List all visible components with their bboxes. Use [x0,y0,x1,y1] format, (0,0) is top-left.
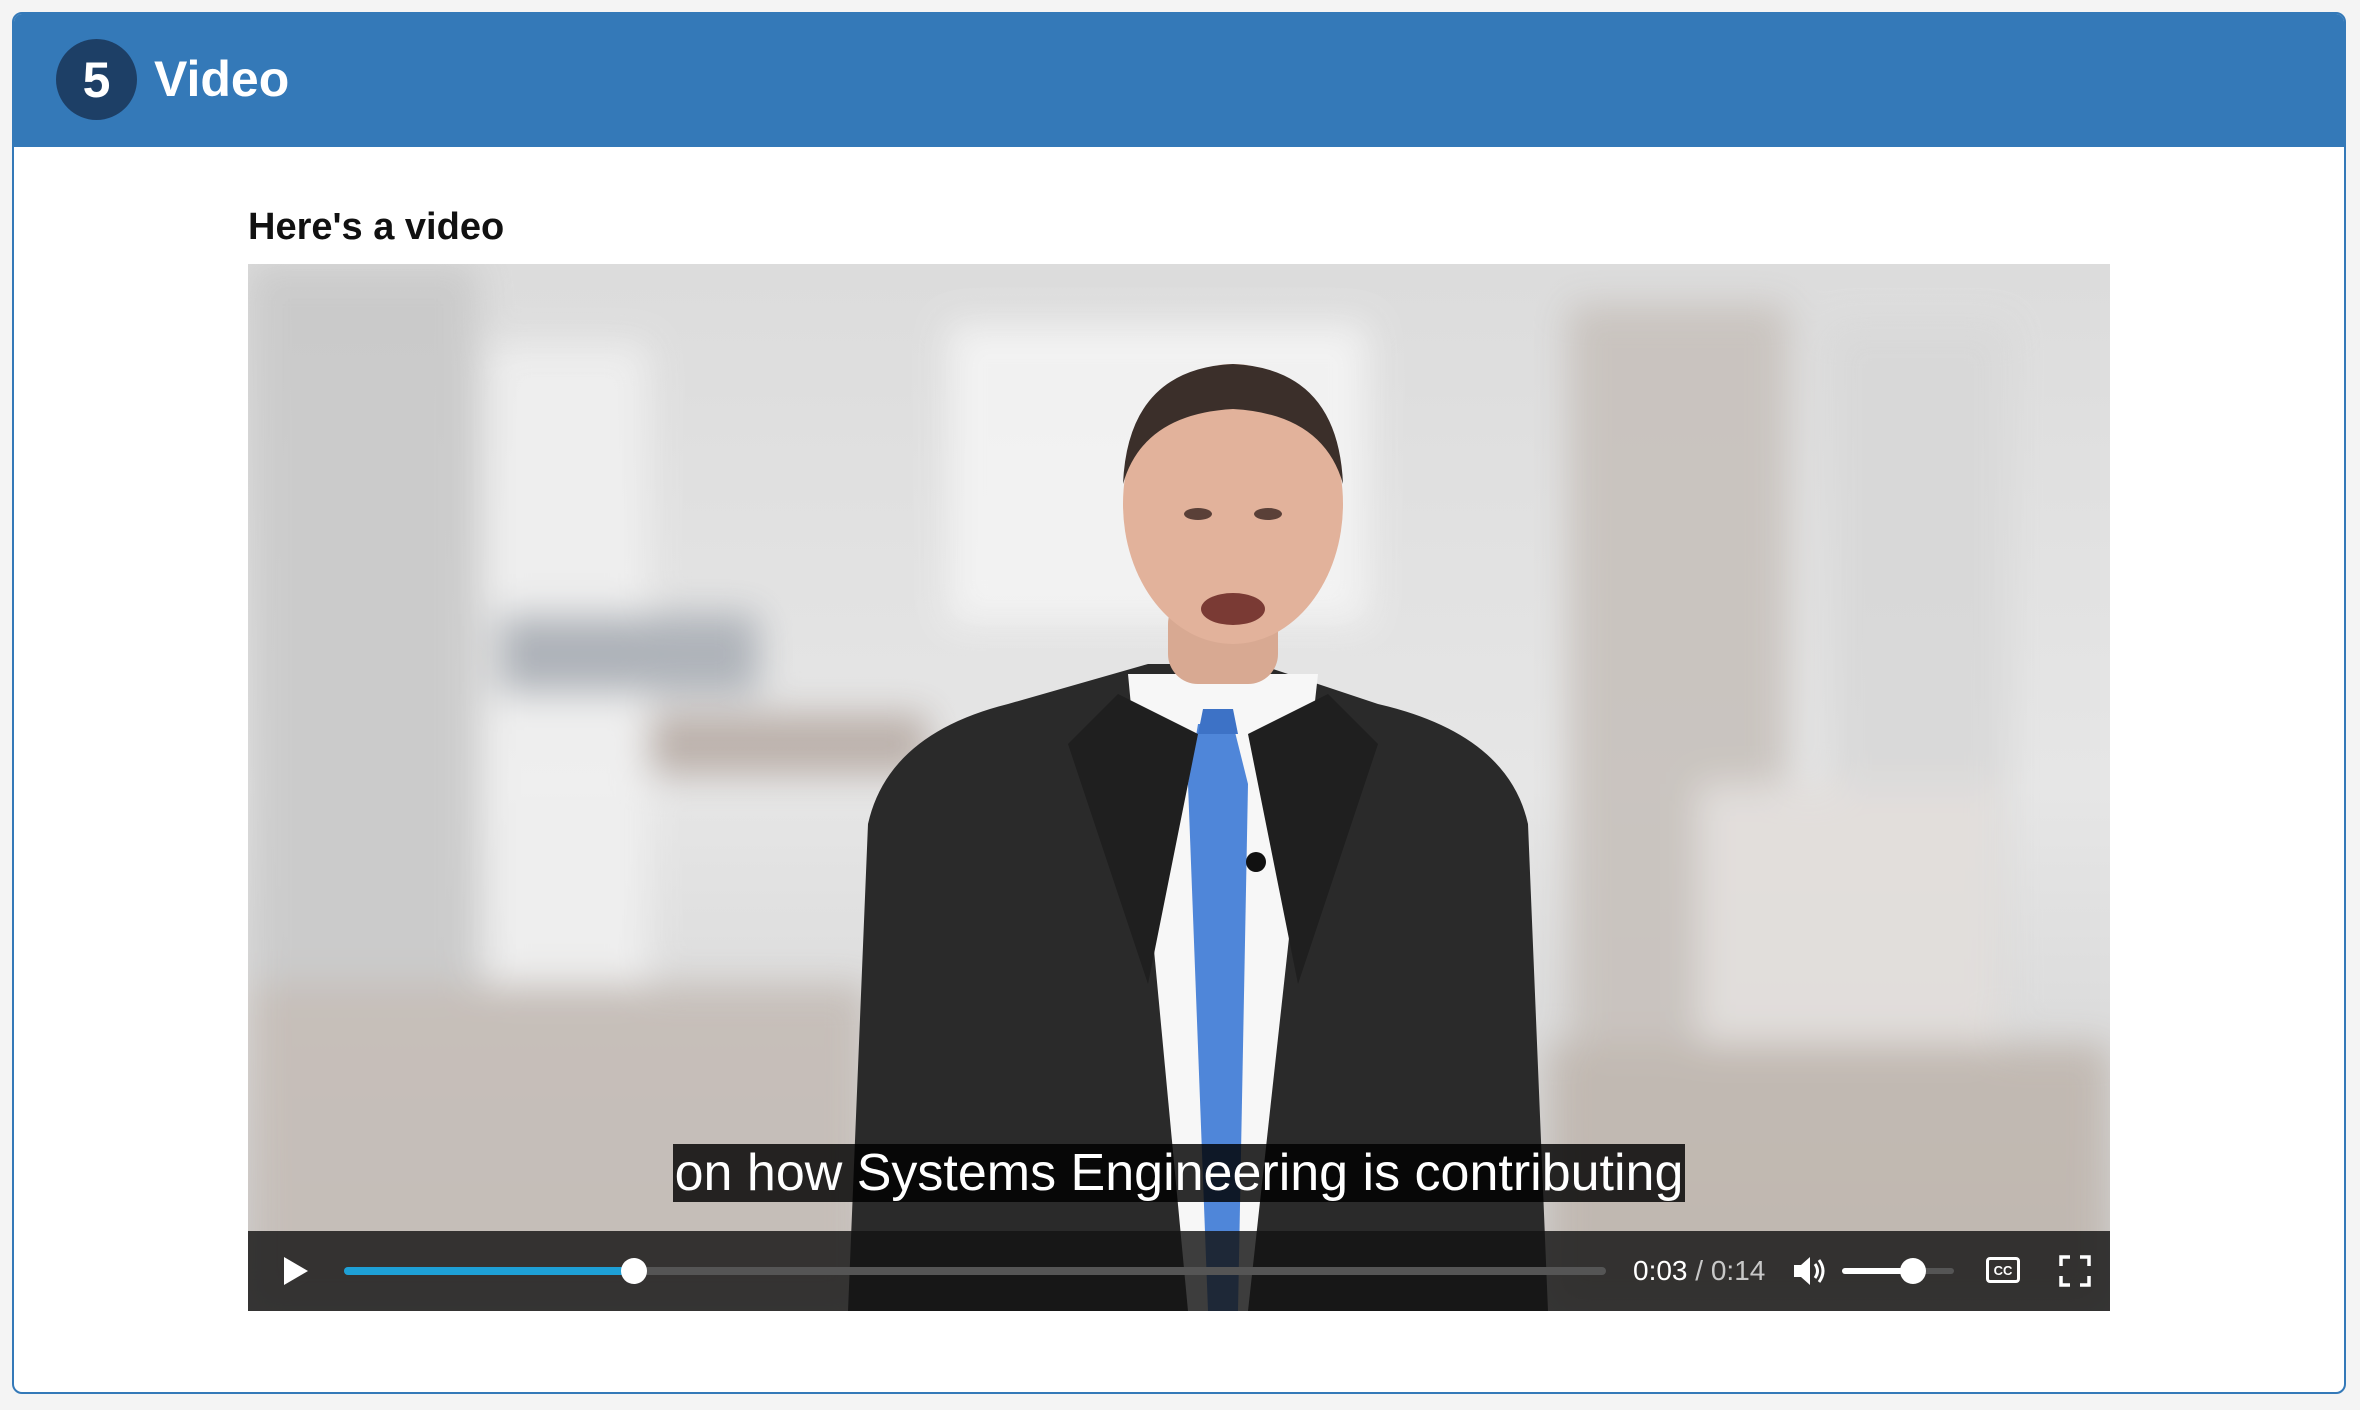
subtitle-caption: on how Systems Engineering is contributi… [248,1144,2110,1202]
cc-label: CC [1993,1262,2013,1278]
video-card: 5 Video Here's a video on how Systems En… [12,12,2346,1394]
progress-bar[interactable] [344,1258,1606,1284]
current-time: 0:03 [1633,1255,1688,1286]
play-icon[interactable] [274,1251,314,1291]
fullscreen-icon[interactable] [2058,1254,2092,1288]
caption-text: on how Systems Engineering is contributi… [672,1144,1686,1202]
section-title: Here's a video [248,206,505,248]
video-player[interactable]: on how Systems Engineering is contributi… [248,264,2110,1311]
step-number-badge: 5 [56,39,137,120]
closed-captions-icon[interactable]: CC [1986,1257,2020,1283]
time-display: 0:03 / 0:14 [1633,1255,1765,1287]
duration: 0:14 [1710,1255,1766,1286]
volume-handle[interactable] [1899,1258,1926,1284]
progress-fill [344,1267,635,1275]
volume-icon[interactable] [1790,1253,1828,1289]
card-header: 5 Video [14,14,2344,147]
progress-scrubber[interactable] [621,1258,648,1284]
time-separator: / [1695,1255,1704,1286]
volume-slider[interactable] [1842,1258,1954,1284]
video-controls: 0:03 / 0:14 CC [248,1231,2110,1311]
card-title: Video [154,51,290,107]
